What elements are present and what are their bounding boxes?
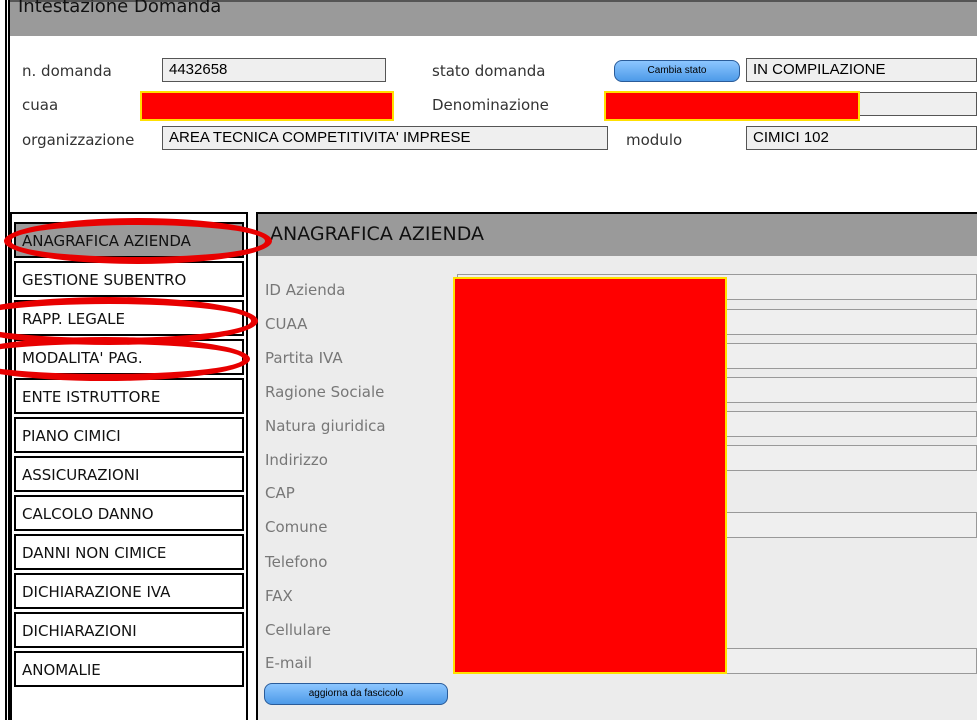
section-title: Intestazione Domanda [18, 0, 222, 17]
cuaa-panel-label: CUAA [265, 315, 308, 333]
cuaa-label: cuaa [22, 96, 59, 114]
nav-item-dichiarazioni[interactable]: DICHIARAZIONI [14, 612, 244, 648]
id-azienda-label: ID Azienda [265, 281, 346, 299]
email-label: E-mail [265, 654, 313, 672]
cuaa-redaction [140, 91, 394, 121]
fax-label: FAX [265, 587, 293, 605]
denominazione-label: Denominazione [432, 96, 549, 114]
section-header: Intestazione Domanda [10, 0, 977, 36]
n-domanda-label: n. domanda [22, 62, 112, 80]
nav-item-anagrafica-azienda[interactable]: ANAGRAFICA AZIENDA [14, 222, 244, 258]
n-domanda-field[interactable]: 4432658 [162, 58, 386, 82]
panel-values-redaction [453, 277, 727, 674]
organizzazione-label: organizzazione [22, 131, 135, 149]
aggiorna-da-fascicolo-button[interactable]: aggiorna da fascicolo [264, 683, 448, 705]
panel-title: ANAGRAFICA AZIENDA [270, 223, 484, 245]
nav-item-assicurazioni[interactable]: ASSICURAZIONI [14, 456, 244, 492]
ragione-sociale-label: Ragione Sociale [265, 383, 385, 401]
modulo-field[interactable]: CIMICI 102 [746, 126, 977, 150]
partita-iva-label: Partita IVA [265, 349, 343, 367]
cambia-stato-button[interactable]: Cambia stato [614, 60, 740, 82]
panel-title-bar: ANAGRAFICA AZIENDA [258, 214, 977, 256]
nav-item-calcolo-danno[interactable]: CALCOLO DANNO [14, 495, 244, 531]
denominazione-redaction [604, 91, 860, 121]
nav-item-dichiarazione-iva[interactable]: DICHIARAZIONE IVA [14, 573, 244, 609]
comune-label: Comune [265, 518, 328, 536]
stato-domanda-field[interactable]: IN COMPILAZIONE [746, 58, 977, 82]
nav-item-modalita-pag[interactable]: MODALITA' PAG. [14, 339, 244, 375]
window-frame-line [5, 0, 7, 720]
nav-item-anomalie[interactable]: ANOMALIE [14, 651, 244, 687]
cellulare-label: Cellulare [265, 621, 331, 639]
nav-item-piano-cimici[interactable]: PIANO CIMICI [14, 417, 244, 453]
modulo-label: modulo [626, 131, 683, 149]
nav-item-danni-non-cimice[interactable]: DANNI NON CIMICE [14, 534, 244, 570]
telefono-label: Telefono [265, 553, 328, 571]
stato-domanda-label: stato domanda [432, 62, 546, 80]
indirizzo-label: Indirizzo [265, 451, 328, 469]
nav-item-gestione-subentro[interactable]: GESTIONE SUBENTRO [14, 261, 244, 297]
organizzazione-field[interactable]: AREA TECNICA COMPETITIVITA' IMPRESE [162, 126, 608, 150]
nav-item-rapp-legale[interactable]: RAPP. LEGALE [14, 300, 244, 336]
natura-giuridica-label: Natura giuridica [265, 417, 386, 435]
cap-label: CAP [265, 484, 295, 502]
nav-item-ente-istruttore[interactable]: ENTE ISTRUTTORE [14, 378, 244, 414]
